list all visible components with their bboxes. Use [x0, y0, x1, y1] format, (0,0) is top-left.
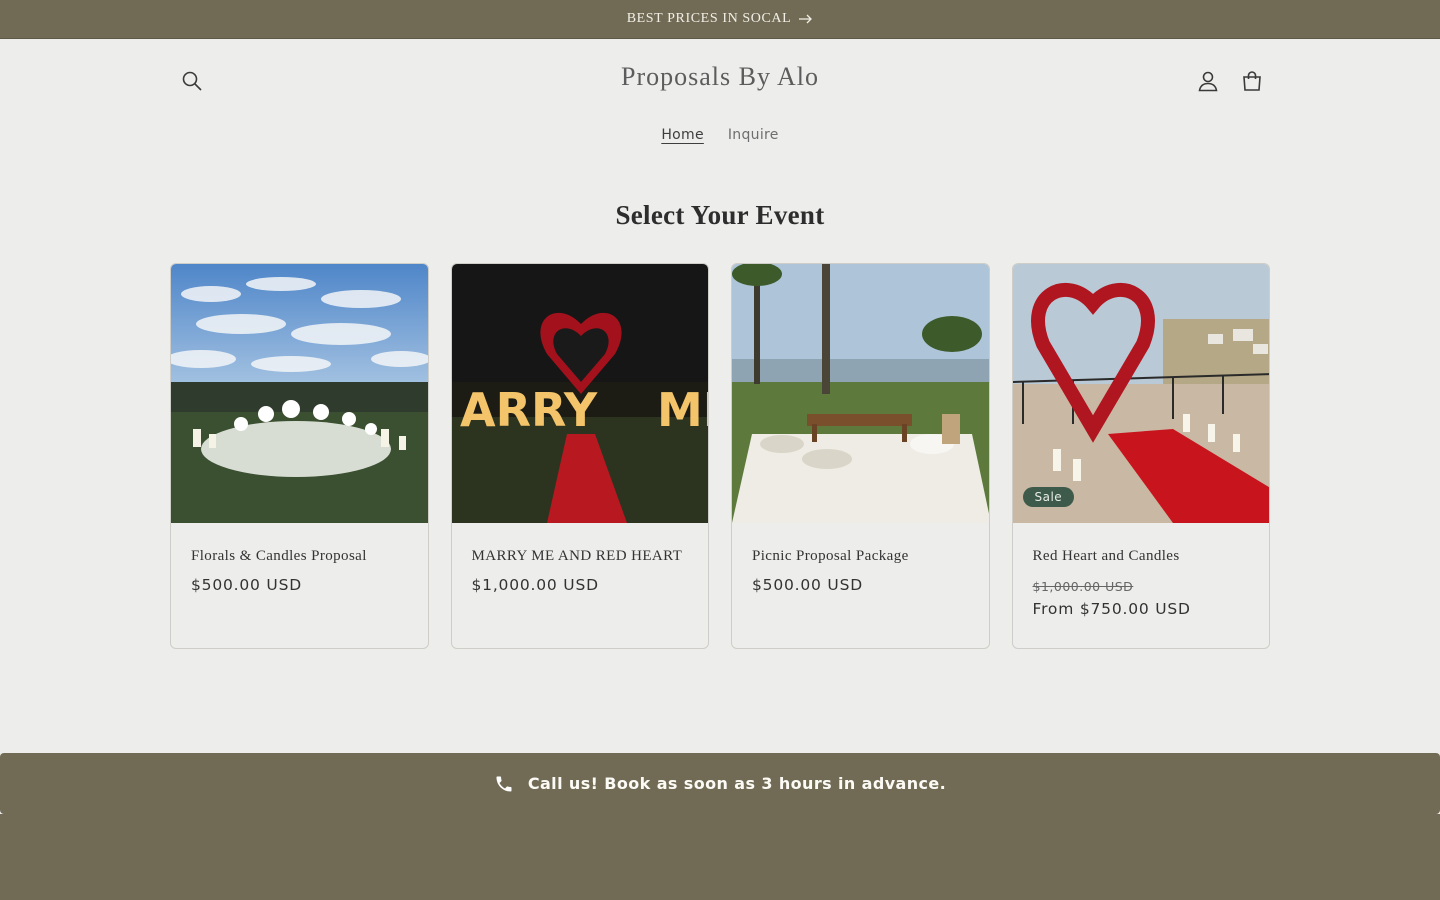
- red-heart-candles-photo: [1012, 264, 1270, 523]
- footer-band: [0, 814, 1440, 900]
- product-title[interactable]: Picnic Proposal Package: [752, 548, 909, 565]
- product-grid: Florals & Candles Proposal $500.00 USD A…: [170, 263, 1270, 649]
- product-price: $500.00 USD: [191, 576, 302, 594]
- cart-icon: [1243, 71, 1261, 91]
- svg-text:ME: ME: [657, 383, 710, 437]
- product-title[interactable]: Red Heart and Candles: [1033, 548, 1180, 565]
- product-title[interactable]: Florals & Candles Proposal: [191, 548, 367, 565]
- announcement-link[interactable]: BEST PRICES IN SOCAL: [627, 11, 814, 27]
- site-header: Proposals By Alo Home Inquire: [0, 39, 1440, 159]
- arrow-right-icon: [799, 14, 813, 24]
- nav-home[interactable]: Home: [661, 125, 704, 145]
- announcement-text: BEST PRICES IN SOCAL: [626, 11, 792, 26]
- product-price: $500.00 USD: [752, 576, 863, 594]
- user-icon: [1198, 71, 1218, 92]
- product-card[interactable]: ARRY ME MARRY ME AND RED HEART $1,000.00…: [450, 263, 710, 649]
- account-button[interactable]: [1186, 59, 1230, 103]
- call-bar[interactable]: Call us! Book as soon as 3 hours in adva…: [0, 753, 1440, 814]
- florals-candles-photo: [171, 264, 428, 523]
- product-card[interactable]: Sale Red Heart and Candles $1,000.00 USD…: [1011, 263, 1270, 649]
- product-image[interactable]: [1012, 264, 1270, 523]
- marry-me-photo: ARRY ME: [451, 264, 710, 523]
- section-title: Select Your Event: [615, 200, 825, 230]
- product-card[interactable]: Picnic Proposal Package $500.00 USD: [731, 263, 990, 649]
- product-card[interactable]: Florals & Candles Proposal $500.00 USD: [170, 263, 429, 649]
- svg-text:ARRY: ARRY: [460, 383, 598, 437]
- product-title[interactable]: MARRY ME AND RED HEART: [472, 548, 683, 565]
- cart-button[interactable]: [1230, 59, 1274, 103]
- announcement-bar: BEST PRICES IN SOCAL: [0, 0, 1440, 39]
- main-nav: Home Inquire: [0, 125, 1440, 145]
- sale-badge: Sale: [1022, 487, 1075, 507]
- product-price: From $750.00 USD: [1032, 600, 1191, 618]
- product-price: $1,000.00 USD: [471, 576, 599, 594]
- picnic-photo: [732, 264, 989, 523]
- product-image[interactable]: ARRY ME: [451, 264, 710, 523]
- product-image[interactable]: [171, 264, 428, 523]
- nav-inquire[interactable]: Inquire: [728, 125, 779, 145]
- product-image[interactable]: [732, 264, 989, 523]
- phone-icon: [496, 776, 512, 791]
- product-compare-price: $1,000.00 USD: [1032, 579, 1134, 594]
- call-bar-text: Call us! Book as soon as 3 hours in adva…: [527, 774, 947, 793]
